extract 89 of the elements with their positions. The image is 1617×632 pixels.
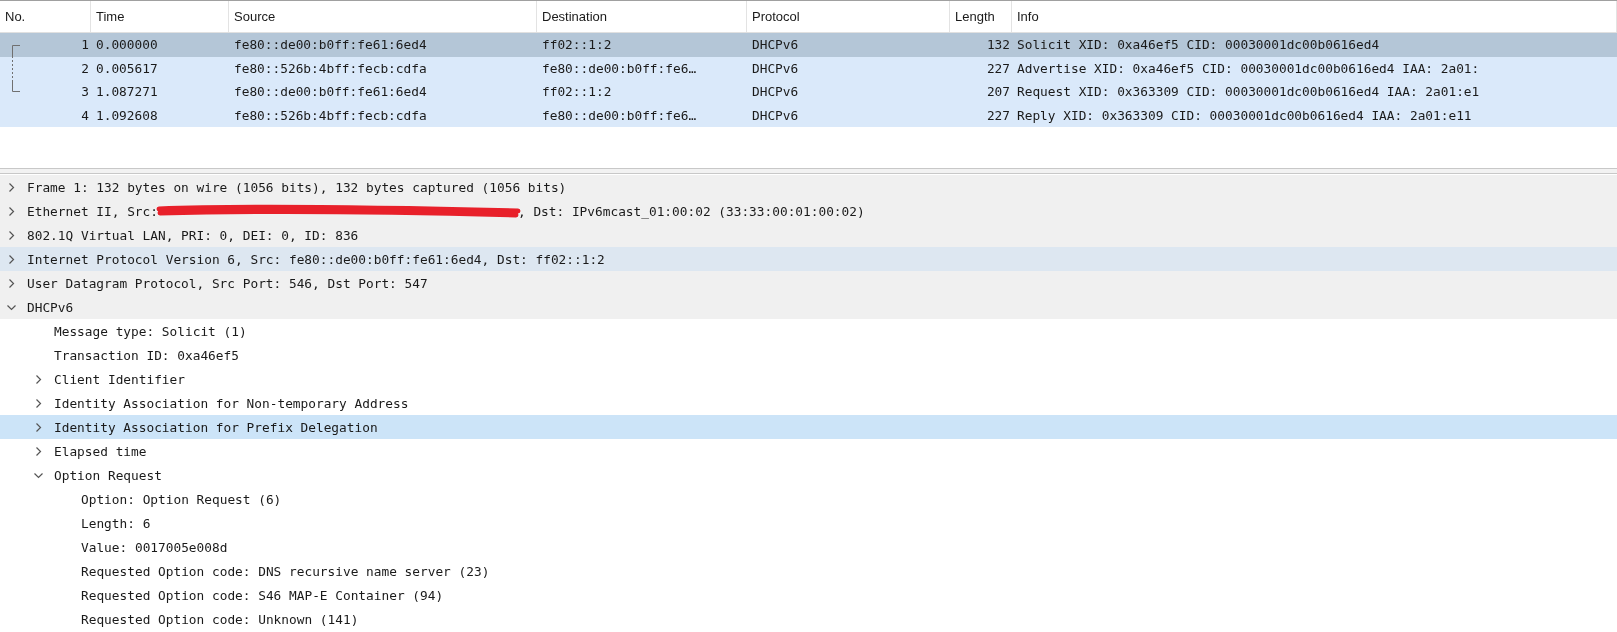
tree-item-text: Elapsed time <box>54 443 147 459</box>
table-cell: fe80::de00:b0ff:fe6… <box>542 107 697 123</box>
tree-row[interactable]: Length: 6 <box>0 511 1617 535</box>
packet-row[interactable]: 4 1.092608 fe80::526b:4bff:fecb:cdfa fe80::de00:b0ff:fe6… DHCPv6 227 Reply XID: 0x363309 CID: 00030001dc00b0616ed4 IAA: 2a01:e11 <box>0 103 1617 127</box>
tree-row[interactable]: Requested Option code: DNS recursive name server (23) <box>0 559 1617 583</box>
table-cell: 3 <box>81 84 89 100</box>
tree-item-text: , Dst: IPv6mcast_01:00:02 (33:33:00:01:00:02) <box>518 203 865 219</box>
packet-row[interactable]: 2 0.005617 fe80::526b:4bff:fecb:cdfa fe80::de00:b0ff:fe6… DHCPv6 227 Advertise XID: 0xa46ef5 CID: 00030001dc00b0616ed4 IAA: 2a01: <box>0 56 1617 80</box>
table-cell: ff02::1:2 <box>542 37 612 53</box>
column-header[interactable]: Destination <box>537 1 747 32</box>
tree-row[interactable]: Message type: Solicit (1) <box>0 319 1617 343</box>
table-cell: 227 <box>986 60 1010 76</box>
table-cell: fe80::de00:b0ff:fe61:6ed4 <box>234 37 427 53</box>
tree-row[interactable]: Internet Protocol Version 6, Src: fe80::de00:b0ff:fe61:6ed4, Dst: ff02::1:2 <box>0 247 1617 271</box>
packet-row[interactable]: 3 1.087271 fe80::de00:b0ff:fe61:6ed4 ff02::1:2 DHCPv6 207 Request XID: 0x363309 CID: 00030001dc00b0616ed4 IAA: 2a01:e1 <box>0 80 1617 104</box>
tree-row[interactable]: Elapsed time <box>0 439 1617 463</box>
tree-item-text: Requested Option code: Unknown (141) <box>81 611 359 627</box>
chevron-right-icon[interactable] <box>34 446 43 456</box>
table-cell: 1 <box>81 37 89 53</box>
tree-item-text: 802.1Q Virtual LAN, PRI: 0, DEI: 0, ID: 836 <box>27 227 359 243</box>
chevron-right-icon[interactable] <box>7 206 16 216</box>
tree-item-text: Internet Protocol Version 6, Src: fe80::de00:b0ff:fe61:6ed4, Dst: ff02::1:2 <box>27 251 605 267</box>
tree-row[interactable]: Value: 0017005e008d <box>0 535 1617 559</box>
table-cell: fe80::526b:4bff:fecb:cdfa <box>234 60 427 76</box>
tree-item-text: Option: Option Request (6) <box>81 491 282 507</box>
chevron-right-icon[interactable] <box>7 230 16 240</box>
chevron-down-icon[interactable] <box>7 302 16 312</box>
table-cell: Advertise XID: 0xa46ef5 CID: 00030001dc00b0616ed4 IAA: 2a01: <box>1017 60 1480 76</box>
table-cell: Request XID: 0x363309 CID: 00030001dc00b0616ed4 IAA: 2a01:e1 <box>1017 84 1480 100</box>
table-cell: DHCPv6 <box>752 37 799 53</box>
table-cell: 227 <box>986 107 1010 123</box>
table-cell: 1.092608 <box>96 107 158 123</box>
table-cell: DHCPv6 <box>752 84 799 100</box>
chevron-right-icon[interactable] <box>7 254 16 264</box>
table-cell: fe80::de00:b0ff:fe61:6ed4 <box>234 84 427 100</box>
tree-item-text: Message type: Solicit (1) <box>54 323 247 339</box>
column-header[interactable]: Length <box>950 1 1012 32</box>
tree-row[interactable]: Requested Option code: Unknown (141) <box>0 607 1617 631</box>
tree-item-text: Option Request <box>54 467 162 483</box>
tree-item-text: Requested Option code: S46 MAP-E Container (94) <box>81 587 444 603</box>
tree-item-text: Identity Association for Non-temporary Address <box>54 395 409 411</box>
packet-row[interactable]: 1 0.000000 fe80::de00:b0ff:fe61:6ed4 ff02::1:2 DHCPv6 132 Solicit XID: 0xa46ef5 CID: 00030001dc00b0616ed4 <box>0 33 1617 57</box>
tree-row[interactable]: Identity Association for Non-temporary Address <box>0 391 1617 415</box>
chevron-down-icon[interactable] <box>34 470 43 480</box>
tree-row[interactable]: Ethernet II, Src: , Dst: IPv6mcast_01:00:02 (33:33:00:01:00:02) <box>0 199 1617 223</box>
tree-item-text: Identity Association for Prefix Delegation <box>54 419 378 435</box>
table-cell: 207 <box>986 84 1010 100</box>
tree-item-text: User Datagram Protocol, Src Port: 546, Dst Port: 547 <box>27 275 428 291</box>
table-cell: fe80::de00:b0ff:fe6… <box>542 60 697 76</box>
chevron-right-icon[interactable] <box>7 278 16 288</box>
table-cell: Reply XID: 0x363309 CID: 00030001dc00b0616ed4 IAA: 2a01:e11 <box>1017 107 1472 123</box>
table-cell: Solicit XID: 0xa46ef5 CID: 00030001dc00b0616ed4 <box>1017 37 1380 53</box>
tree-item-text: Transaction ID: 0xa46ef5 <box>54 347 239 363</box>
tree-row[interactable]: Option: Option Request (6) <box>0 487 1617 511</box>
tree-item-text: Frame 1: 132 bytes on wire (1056 bits), 132 bytes captured (1056 bits) <box>27 179 567 195</box>
table-cell: DHCPv6 <box>752 107 799 123</box>
tree-row[interactable]: Client Identifier <box>0 367 1617 391</box>
tree-item-text: Value: 0017005e008d <box>81 539 228 555</box>
table-cell: fe80::526b:4bff:fecb:cdfa <box>234 107 427 123</box>
table-cell: ff02::1:2 <box>542 84 612 100</box>
table-cell: 2 <box>81 60 89 76</box>
column-header[interactable]: Info <box>1012 1 1617 32</box>
tree-row[interactable]: Requested Option code: S46 MAP-E Container (94) <box>0 583 1617 607</box>
chevron-right-icon[interactable] <box>34 422 43 432</box>
table-cell: 4 <box>81 107 89 123</box>
table-cell: 0.005617 <box>96 60 158 76</box>
tree-row[interactable]: Transaction ID: 0xa46ef5 <box>0 343 1617 367</box>
chevron-right-icon[interactable] <box>34 398 43 408</box>
tree-row[interactable]: 802.1Q Virtual LAN, PRI: 0, DEI: 0, ID: 836 <box>0 223 1617 247</box>
column-header[interactable]: No. <box>0 1 91 32</box>
table-cell: 0.000000 <box>96 37 158 53</box>
table-cell: DHCPv6 <box>752 60 799 76</box>
tree-item-text: Client Identifier <box>54 371 185 387</box>
chevron-right-icon[interactable] <box>7 182 16 192</box>
tree-row[interactable]: Option Request <box>0 463 1617 487</box>
tree-item-text: Requested Option code: DNS recursive name server (23) <box>81 563 490 579</box>
column-header[interactable]: Source <box>229 1 537 32</box>
tree-item-text: Ethernet II, Src: <box>27 203 158 219</box>
table-cell: 1.087271 <box>96 84 158 100</box>
tree-row[interactable]: Frame 1: 132 bytes on wire (1056 bits), 132 bytes captured (1056 bits) <box>0 175 1617 199</box>
tree-row[interactable]: Identity Association for Prefix Delegation <box>0 415 1617 439</box>
chevron-right-icon[interactable] <box>34 374 43 384</box>
tree-row[interactable]: User Datagram Protocol, Src Port: 546, Dst Port: 547 <box>0 271 1617 295</box>
tree-row[interactable]: DHCPv6 <box>0 295 1617 319</box>
tree-item-text: Length: 6 <box>81 515 151 531</box>
column-header[interactable]: Time <box>91 1 229 32</box>
tree-item-text: DHCPv6 <box>27 299 74 315</box>
table-cell: 132 <box>986 37 1010 53</box>
column-header[interactable]: Protocol <box>747 1 950 32</box>
